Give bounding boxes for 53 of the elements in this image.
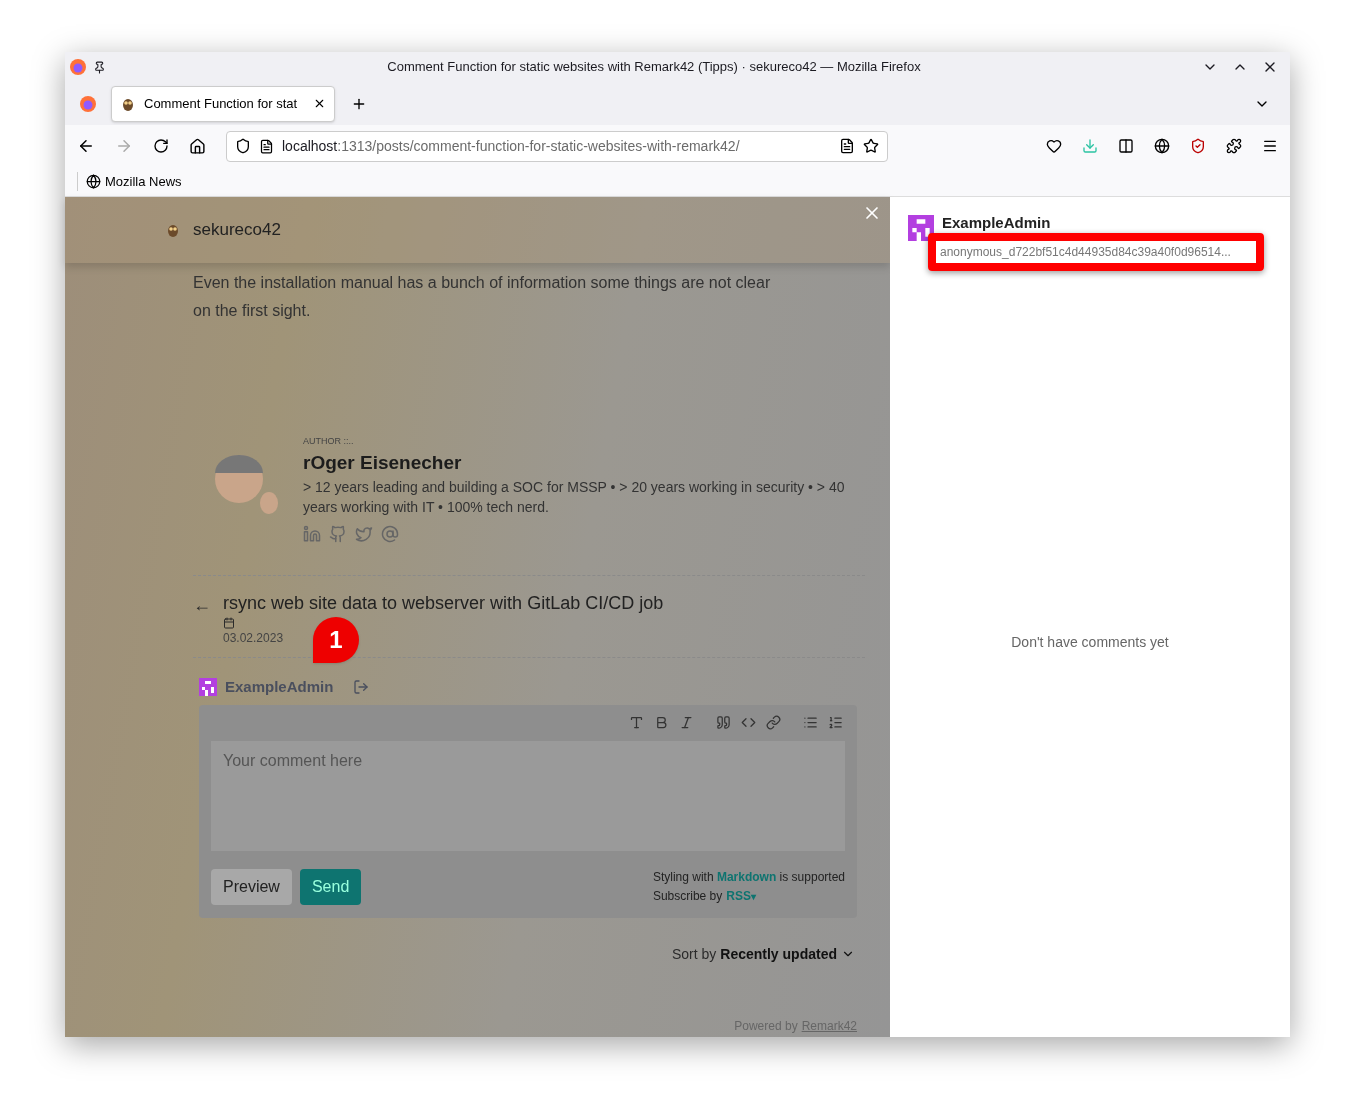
bullet-list-icon[interactable]	[803, 715, 818, 730]
text-size-icon[interactable]	[629, 715, 644, 730]
firefox-icon	[69, 58, 87, 76]
shield-icon	[235, 138, 251, 154]
comment-field[interactable]: Your comment here	[211, 740, 845, 851]
calendar-icon	[223, 617, 235, 629]
firefox-view-icon	[79, 94, 97, 113]
preview-button[interactable]: Preview	[211, 868, 292, 905]
address-bar[interactable]: localhost:1313/posts/comment-function-for-static-websites-with-remark42/	[226, 130, 888, 162]
bookmark-item[interactable]: Mozilla News	[77, 171, 182, 192]
italic-icon[interactable]	[679, 715, 694, 730]
globe-icon	[86, 174, 101, 189]
back-icon[interactable]	[77, 137, 95, 155]
reader-view-icon[interactable]	[839, 138, 855, 154]
sidebar-icon[interactable]	[1118, 138, 1134, 154]
browser-tab[interactable]: Comment Function for stat	[111, 85, 335, 122]
link-icon[interactable]	[766, 715, 781, 730]
user-id: anonymous_d722bf51c4d44935d84c39a40f0d96514...	[940, 244, 1231, 261]
quote-icon[interactable]	[716, 715, 731, 730]
annotation-marker: 1	[313, 617, 359, 663]
subscribe-label: Subscribe by	[652, 887, 723, 905]
page-icon	[259, 138, 274, 154]
owl-icon	[165, 222, 181, 238]
pin-icon	[93, 60, 106, 74]
reload-icon[interactable]	[153, 138, 169, 154]
user-avatar-icon	[908, 215, 934, 241]
extensions-icon[interactable]	[1226, 138, 1242, 154]
bookmark-star-icon[interactable]	[863, 138, 879, 154]
shield-extension-icon[interactable]	[1190, 138, 1206, 154]
author-label: AUTHOR ::..	[303, 435, 355, 448]
empty-comments-text: Don't have comments yet	[1010, 633, 1170, 652]
site-name[interactable]: sekureco42	[193, 217, 281, 243]
send-button[interactable]: Send	[299, 868, 362, 905]
post-date: 03.02.2023	[223, 630, 284, 647]
numbered-list-icon[interactable]	[828, 715, 843, 730]
tab-close-icon[interactable]	[313, 97, 326, 110]
panel-user-name: ExampleAdmin	[942, 215, 1052, 231]
author-bio: > 12 years leading and building a SOC for MSSP • > 20 years working in security • > 40 years working with IT • 100% tech nerd.	[303, 478, 846, 517]
bold-icon[interactable]	[654, 715, 669, 730]
intro-text: Even the installation manual has a bunch of information some things are not clear on the first sight.	[193, 273, 772, 321]
logout-icon[interactable]	[353, 679, 370, 696]
menu-icon[interactable]	[1262, 138, 1278, 154]
user-avatar-icon	[199, 678, 217, 697]
code-icon[interactable]	[741, 715, 756, 730]
markdown-hint: Styling with Markdown is supported	[652, 868, 845, 886]
sort-dropdown[interactable]: Recently updated	[720, 943, 855, 965]
home-icon[interactable]	[189, 137, 206, 155]
window-title: Comment Function for static websites with Remark42 (Tipps) · sekureco42 — Mozilla Firefox	[386, 58, 922, 77]
back-arrow[interactable]: ←	[193, 592, 211, 619]
author-name: rOger Eisenecher	[303, 450, 463, 475]
extension-icon[interactable]	[1154, 138, 1170, 154]
previous-post-link[interactable]: rsync web site data to webserver with GitLab CI/CD job	[223, 590, 664, 617]
sort-label: Sort by	[671, 944, 717, 964]
